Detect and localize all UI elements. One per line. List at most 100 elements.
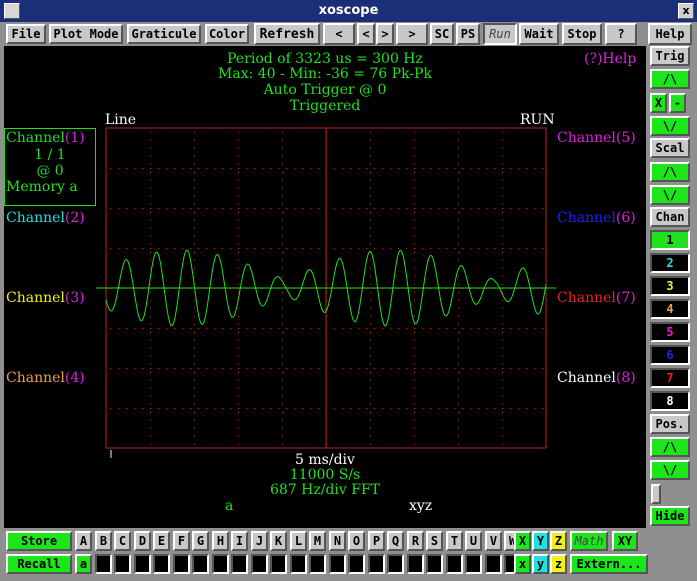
recall-slot-q[interactable]: [387, 554, 404, 574]
trig-down-button[interactable]: \/: [650, 116, 690, 136]
memory-m-button[interactable]: M: [309, 531, 326, 551]
plot-mode-button[interactable]: Plot Mode: [49, 24, 123, 44]
refresh-button[interactable]: Refresh: [254, 23, 320, 45]
recall-slot-o[interactable]: [348, 554, 365, 574]
memory-t-button[interactable]: T: [446, 531, 463, 551]
scal-down-button[interactable]: \/: [650, 185, 690, 205]
stop-button[interactable]: Stop: [562, 23, 602, 45]
pos-down-button[interactable]: \/: [650, 460, 690, 480]
pos-button[interactable]: Pos.: [650, 414, 690, 434]
ps-button[interactable]: PS: [456, 23, 480, 45]
graticule-dot: [414, 292, 415, 293]
run-button[interactable]: Run: [483, 23, 517, 45]
math-z-button[interactable]: Z: [550, 531, 567, 551]
xy-button[interactable]: XY: [612, 531, 638, 551]
recall-slot-j[interactable]: [251, 554, 268, 574]
recall-slot-l[interactable]: [290, 554, 307, 574]
recall-slot-h[interactable]: [212, 554, 229, 574]
memory-v-button[interactable]: V: [485, 531, 502, 551]
file-button[interactable]: File: [6, 24, 46, 44]
channel-select-5-button[interactable]: 5: [650, 322, 690, 342]
memory-e-button[interactable]: E: [153, 531, 170, 551]
recall-slot-c[interactable]: [114, 554, 131, 574]
scroll-right-button[interactable]: >: [376, 23, 394, 45]
memory-q-button[interactable]: Q: [387, 531, 404, 551]
pos-up-button[interactable]: /\: [650, 437, 690, 457]
trig-button[interactable]: Trig: [650, 46, 690, 66]
channel-select-7-button[interactable]: 7: [650, 368, 690, 388]
recall-slot-k[interactable]: [270, 554, 287, 574]
graticule-dot: [286, 208, 287, 209]
recall-slot-g[interactable]: [192, 554, 209, 574]
recall-a-button[interactable]: a: [75, 554, 92, 574]
scroll-right-fast-button[interactable]: >: [396, 23, 428, 45]
math-y-button[interactable]: Y: [532, 531, 549, 551]
graticule-dot: [414, 208, 415, 209]
memory-j-button[interactable]: J: [251, 531, 268, 551]
graticule-dot: [414, 172, 415, 173]
math-x-button[interactable]: X: [514, 531, 531, 551]
channel-select-6-button[interactable]: 6: [650, 345, 690, 365]
scal-button[interactable]: Scal: [650, 138, 690, 158]
memory-c-button[interactable]: C: [114, 531, 131, 551]
recall-z-button[interactable]: z: [550, 554, 567, 574]
recall-button[interactable]: Recall: [6, 554, 72, 574]
recall-slot-m[interactable]: [309, 554, 326, 574]
recall-slot-f[interactable]: [173, 554, 190, 574]
memory-o-button[interactable]: O: [348, 531, 365, 551]
recall-slot-b[interactable]: [95, 554, 112, 574]
recall-slot-v[interactable]: [485, 554, 502, 574]
recall-slot-t[interactable]: [446, 554, 463, 574]
memory-k-button[interactable]: K: [270, 531, 287, 551]
recall-slot-i[interactable]: [231, 554, 248, 574]
channel-select-3-button[interactable]: 3: [650, 276, 690, 296]
recall-slot-u[interactable]: [465, 554, 482, 574]
help-button[interactable]: Help: [648, 23, 692, 45]
recall-slot-r[interactable]: [407, 554, 424, 574]
graticule-dot: [194, 340, 195, 341]
channel-select-1-button[interactable]: 1: [650, 230, 690, 250]
graticule-button[interactable]: Graticule: [127, 24, 201, 44]
position-slider-handle[interactable]: [651, 484, 661, 504]
trig-up-button[interactable]: /\: [650, 69, 690, 89]
scroll-left-fast-button[interactable]: <: [323, 23, 355, 45]
memory-g-button[interactable]: G: [192, 531, 209, 551]
trig-x-button[interactable]: X: [650, 93, 667, 113]
recall-slot-e[interactable]: [153, 554, 170, 574]
channel-select-2-button[interactable]: 2: [650, 253, 690, 273]
extern-button[interactable]: Extern...: [570, 554, 648, 574]
graticule-dot: [282, 356, 283, 357]
store-button[interactable]: Store: [6, 531, 72, 551]
recall-slot-s[interactable]: [426, 554, 443, 574]
channel-select-4-button[interactable]: 4: [650, 299, 690, 319]
memory-s-button[interactable]: S: [426, 531, 443, 551]
memory-b-button[interactable]: B: [95, 531, 112, 551]
color-button[interactable]: Color: [205, 24, 249, 44]
recall-slot-n[interactable]: [329, 554, 346, 574]
math-button[interactable]: Math: [570, 531, 608, 551]
hide-button[interactable]: Hide: [650, 506, 690, 526]
recall-x-button[interactable]: x: [514, 554, 531, 574]
wait-button[interactable]: Wait: [519, 23, 559, 45]
chan-button[interactable]: Chan: [650, 207, 690, 227]
scroll-left-button[interactable]: <: [357, 23, 375, 45]
memory-a-button[interactable]: A: [75, 531, 92, 551]
sc-button[interactable]: SC: [430, 23, 454, 45]
trig-minus-button[interactable]: -: [669, 93, 686, 113]
recall-slot-d[interactable]: [134, 554, 151, 574]
recall-slot-p[interactable]: [368, 554, 385, 574]
memory-r-button[interactable]: R: [407, 531, 424, 551]
memory-f-button[interactable]: F: [173, 531, 190, 551]
memory-n-button[interactable]: N: [329, 531, 346, 551]
memory-p-button[interactable]: P: [368, 531, 385, 551]
memory-u-button[interactable]: U: [465, 531, 482, 551]
memory-l-button[interactable]: L: [290, 531, 307, 551]
channel-select-8-button[interactable]: 8: [650, 391, 690, 411]
memory-d-button[interactable]: D: [134, 531, 151, 551]
memory-i-button[interactable]: I: [231, 531, 248, 551]
question-button[interactable]: ?: [605, 23, 637, 45]
scal-up-button[interactable]: /\: [650, 162, 690, 182]
window-close-button[interactable]: x: [678, 3, 694, 19]
memory-h-button[interactable]: H: [212, 531, 229, 551]
recall-y-button[interactable]: y: [532, 554, 549, 574]
